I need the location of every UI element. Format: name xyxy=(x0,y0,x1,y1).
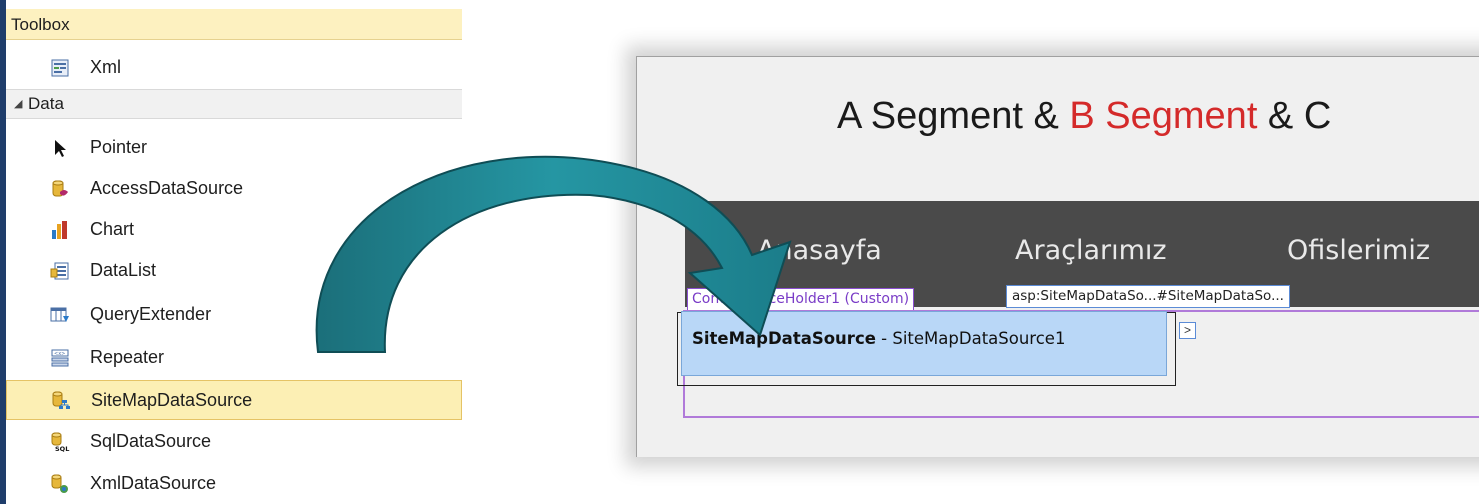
chart-icon xyxy=(52,221,67,239)
toolbox-item-sqldatasource[interactable]: SQL SqlDataSource xyxy=(6,422,462,462)
nav-item-anasayfa[interactable]: Anasayfa xyxy=(757,235,882,266)
sitemap-data-source-icon xyxy=(52,391,70,409)
smart-tag-button[interactable]: > xyxy=(1179,322,1196,339)
datalist-icon xyxy=(50,262,69,280)
toolbox-item-label: SqlDataSource xyxy=(90,431,212,451)
header-text-highlight: B Segment xyxy=(1069,95,1258,137)
control-separator: - xyxy=(875,329,893,348)
toolbox-item-label: XmlDataSource xyxy=(90,473,217,493)
toolbox-item-accessdatasource[interactable]: AccessDataSource xyxy=(6,169,462,209)
query-extender-icon xyxy=(50,307,69,322)
content-placeholder-tag[interactable]: ContentPlaceHolder1 (Custom) xyxy=(687,288,915,310)
toolbox-category-data[interactable]: ◢ Data xyxy=(6,89,462,119)
page-header-title: A Segment & B Segment & C xyxy=(837,95,1331,138)
category-label: Data xyxy=(28,94,64,113)
repeater-icon: <x> xyxy=(51,349,69,367)
toolbox-item-label: AccessDataSource xyxy=(90,178,244,198)
expand-triangle-icon: ◢ xyxy=(14,98,23,110)
access-data-source-icon xyxy=(52,180,68,197)
toolbox-item-pointer[interactable]: Pointer xyxy=(6,128,462,168)
toolbox-title: Toolbox xyxy=(6,9,462,40)
toolbox-item-label: DataList xyxy=(90,260,157,280)
svg-text:SQL: SQL xyxy=(55,445,69,452)
xml-control-icon xyxy=(51,59,69,77)
pointer-icon xyxy=(55,140,66,157)
header-text-part3: & C xyxy=(1257,95,1332,137)
toolbox-item-label: Pointer xyxy=(90,137,148,157)
toolbox-item-label: Xml xyxy=(90,57,121,77)
toolbox-item-label: SiteMapDataSource xyxy=(91,390,253,410)
toolbox-item-label: QueryExtender xyxy=(90,304,212,324)
toolbox-item-queryextender[interactable]: QueryExtender xyxy=(6,295,462,335)
nav-item-ofislerimiz[interactable]: Ofislerimiz xyxy=(1287,235,1430,266)
toolbox-item-chart[interactable]: Chart xyxy=(6,210,462,250)
toolbox-item-repeater[interactable]: <x> Repeater xyxy=(6,338,462,378)
control-type-label: SiteMapDataSource xyxy=(692,329,876,348)
sitemapdatasource-control[interactable]: SiteMapDataSource - SiteMapDataSource1 xyxy=(681,311,1167,376)
header-text-part1: A Segment & xyxy=(837,95,1070,137)
svg-text:<x>: <x> xyxy=(54,351,65,357)
design-surface: A Segment & B Segment & C Anasayfa Araçl… xyxy=(636,56,1479,457)
toolbox-panel: Toolbox Xml ◢ Data Pointer AccessDataSou… xyxy=(0,0,470,504)
toolbox-item-label: Repeater xyxy=(90,347,165,367)
toolbox-item-label: Chart xyxy=(90,219,135,239)
asp-element-tag[interactable]: asp:SiteMapDataSo...#SiteMapDataSo... xyxy=(1006,285,1290,308)
control-id-label: SiteMapDataSource1 xyxy=(892,329,1066,348)
sql-data-source-icon: SQL xyxy=(51,432,69,452)
xml-data-source-icon xyxy=(51,474,68,493)
nav-item-araclarimiz[interactable]: Araçlarımız xyxy=(1015,235,1167,266)
toolbox-item-datalist[interactable]: DataList xyxy=(6,251,462,291)
toolbox-item-sitemapdatasource[interactable]: SiteMapDataSource xyxy=(6,380,462,420)
toolbox-item-xmldatasource[interactable]: XmlDataSource xyxy=(6,464,462,504)
toolbox-item-xml[interactable]: Xml xyxy=(6,48,462,88)
